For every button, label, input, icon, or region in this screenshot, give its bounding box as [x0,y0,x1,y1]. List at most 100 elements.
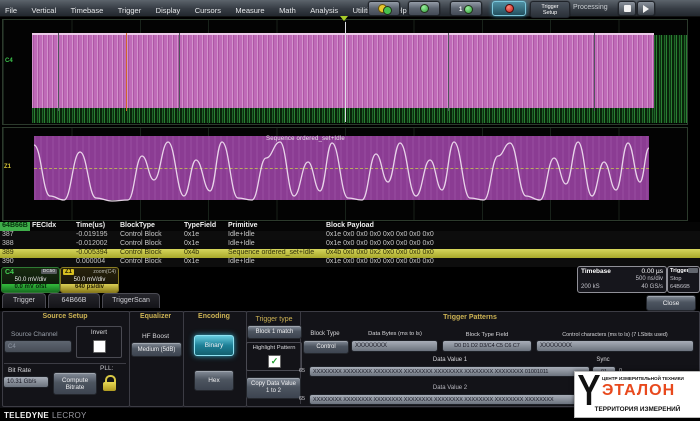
timebase-samplerate: 40 GS/s [641,284,663,290]
play-acquisition-button[interactable] [637,1,655,16]
single-trigger-icon: 1 [459,4,473,14]
c4-scale: 50.0 mV/div [2,277,59,283]
trigger-setup-button[interactable]: Trigger Setup [530,1,570,18]
menu-vertical[interactable]: Vertical [27,3,62,15]
trigger-mode-icons [688,268,698,273]
z1-grid-label: Z1 [4,164,11,170]
auto-setup-icon [378,4,390,13]
c4-descriptor-box[interactable]: C4 DC50 50.0 mV/div 0.0 mV ofst [1,267,60,293]
menu-timebase[interactable]: Timebase [66,3,109,15]
c4-grid-label: C4 [5,58,13,64]
trigger-marker-icon[interactable] [340,16,348,21]
z1-name: Z1 [63,269,74,275]
bit-index-msb-2: 65 [299,396,305,402]
z1-waveform-trace [34,136,649,210]
bit-rate-field[interactable]: 10.31 Gb/s [3,376,49,388]
etalon-watermark: ЦЕНТР ИЗМЕРИТЕЛЬНОЙ ТЕХНИКИ ЭТАЛОН ТЕРРИ… [574,371,700,418]
tab-64b66b[interactable]: 64B66B [48,293,100,308]
trigger-setup-label-2: Setup [541,10,558,16]
stop-trigger-button[interactable] [492,1,526,16]
z1-descriptor-box[interactable]: Z1 zoom(C4) 50.0 mV/div 640 ps/div [60,267,119,293]
data-value-1-label: Data Value 1 [370,357,530,363]
timebase-descriptor-box[interactable]: Timebase 0.00 µs 500 ns/div 200 kS 40 GS… [577,266,667,293]
table-header-row: 64B66B FECIdx Time(us) BlockType TypeFie… [0,222,700,231]
block-type-label: Block Type [302,331,348,337]
invert-label: Invert [77,329,121,336]
equalizer-section [129,311,184,407]
watermark-bottom-text: ТЕРРИТОРИЯ ИЗМЕРЕНИЙ [577,406,698,413]
waveform-grid-c4[interactable]: C4 [2,19,688,125]
menu-file[interactable]: File [0,3,22,15]
control-chars-field[interactable]: XXXXXXXX [536,340,694,352]
block-type-field-label: Block Type Field [441,332,533,338]
trigger-position-line [345,22,346,122]
watermark-top-text: ЦЕНТР ИЗМЕРИТЕЛЬНОЙ ТЕХНИКИ [602,376,698,381]
encoding-section [183,311,247,407]
normal-trigger-button[interactable] [408,1,440,16]
marker-line-gray-4 [594,33,595,111]
sync-label: Sync [589,357,617,363]
single-trigger-button[interactable]: 1 [450,1,482,16]
copy-data-value-button[interactable]: Copy Data Value 1 to 2 [246,377,301,399]
waveform-grid-z1[interactable]: Z1 Sequence ordered_set+Idle [2,127,688,221]
data-value-2-field[interactable]: XXXXXXXX XXXXXXXX XXXXXXXX XXXXXXXX XXXX… [309,394,590,405]
stop-icon [624,5,631,12]
data-bytes-label: Data Bytes (ms to ls) [350,331,440,337]
col-fecidx: FECIdx [32,222,56,229]
trigger-descriptor-box[interactable]: Trigger Stop 64B66B [667,266,700,293]
table-row[interactable]: 388 -0.012002 Control Block 0x1e Idle+Id… [0,240,700,249]
c4-coupling: DC50 [41,269,57,274]
data-bytes-field[interactable]: XXXXXXXX [351,340,438,352]
stop-acquisition-button[interactable] [618,1,636,16]
control-chars-label: Control characters (ms to ls) (7 LSbits … [535,332,695,338]
trigger-type-title: Trigger type [248,316,300,323]
encoding-title: Encoding [183,313,245,320]
compute-bitrate-button[interactable]: Compute Bitrate [53,372,97,395]
trigger-setup-label-1: Trigger [541,4,558,10]
menu-bar: File Vertical Timebase Trigger Display C… [0,0,700,17]
hf-boost-label: HF Boost [129,333,182,340]
bit-rate-label: Bit Rate [8,367,31,374]
pll-lock-icon [103,375,116,392]
source-channel-label: Source Channel [11,331,58,338]
stop-trigger-icon [505,4,514,13]
source-setup-title: Source Setup [2,313,128,320]
encoding-hex-button[interactable]: Hex [194,370,234,391]
block-type-dropdown[interactable]: Control [303,340,349,354]
source-channel-field[interactable]: C4 [4,340,72,353]
bit-index-msb-1: 65 [299,368,305,374]
hf-boost-dropdown[interactable]: Medium (5dB) [131,342,182,357]
block-match-button[interactable]: Block 1 match [247,325,302,339]
block-type-field-field[interactable]: D0 D1 D2 D3/C4 C5 C6 C7 [442,340,532,352]
highlight-pattern-checkbox[interactable]: ✓ [268,355,281,368]
pll-label: PLL: [100,365,113,372]
timebase-memory: 200 kS [581,284,600,290]
play-icon [643,5,649,13]
source-setup-divider [4,363,126,364]
z1-timebase: 640 ps/div [61,284,118,292]
oscilloscope-screen: File Vertical Timebase Trigger Display C… [0,0,700,421]
data-value-1-field[interactable]: XXXXXXXX XXXXXXXX XXXXXXXX XXXXXXXX XXXX… [309,366,590,377]
col-payload: Block Payload [326,222,374,229]
menu-cursors[interactable]: Cursors [190,3,226,15]
marker-line-gray-2 [179,33,180,111]
menu-display[interactable]: Display [151,3,186,15]
table-row[interactable]: 387 -0.019195 Control Block 0x1e Idle+Id… [0,231,700,240]
highlight-pattern-label: Highlight Pattern [247,345,301,351]
encoding-binary-button[interactable]: Binary [194,335,234,356]
processing-label: Processing [573,4,608,11]
equalizer-title: Equalizer [129,313,182,320]
tab-triggerscan[interactable]: TriggerScan [102,293,160,308]
menu-trigger[interactable]: Trigger [113,3,146,15]
brand-lecroy: LECROY [52,411,87,420]
menu-math[interactable]: Math [274,3,301,15]
tab-trigger[interactable]: Trigger [2,293,46,308]
auto-setup-button[interactable] [368,1,400,16]
marker-line-orange [126,33,127,111]
invert-checkbox[interactable] [93,340,106,353]
menu-analysis[interactable]: Analysis [305,3,343,15]
table-row-selected[interactable]: 389 -0.005394 Control Block 0x4b Sequenc… [0,249,700,258]
close-button[interactable]: Close [646,295,696,311]
c4-noise-block-right [654,35,687,123]
menu-measure[interactable]: Measure [230,3,269,15]
